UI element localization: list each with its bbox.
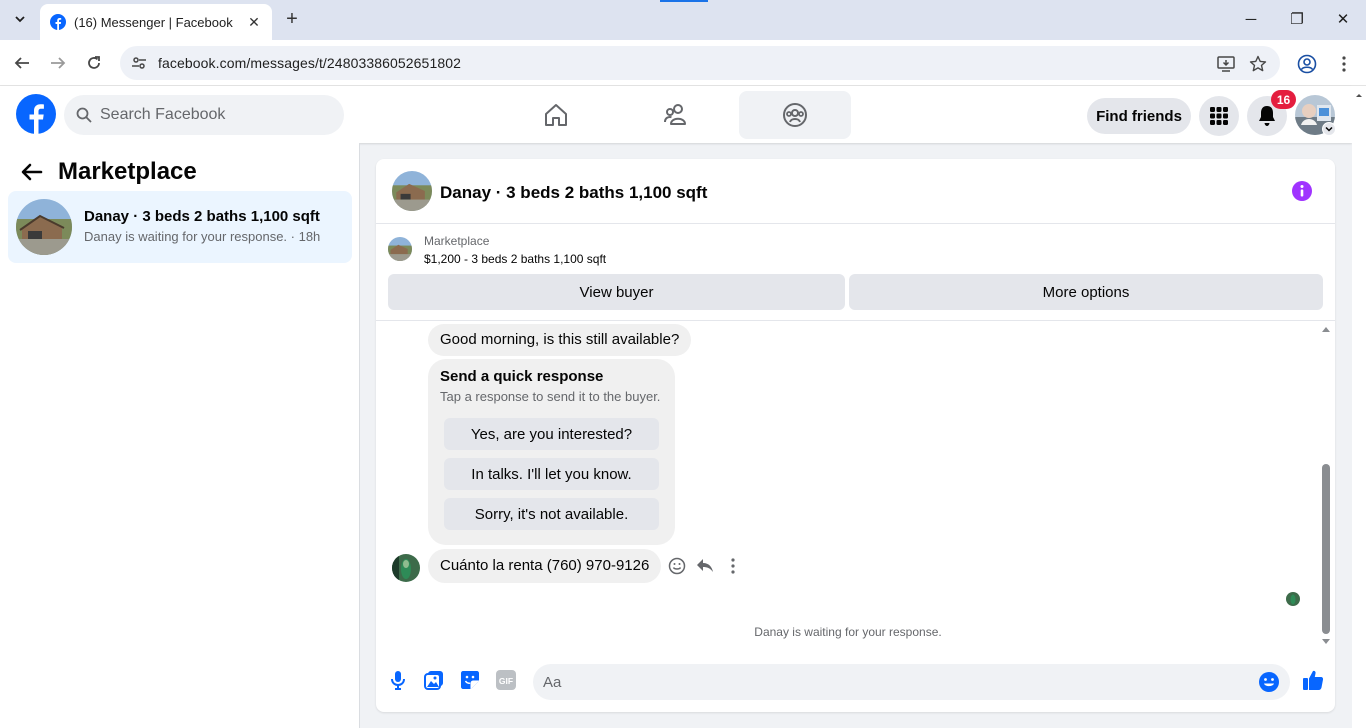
menu-button[interactable]: [1199, 96, 1239, 136]
browser-tab-strip: (16) Messenger | Facebook ✕ + ─ ❐ ✕: [0, 0, 1366, 40]
message-list: Good morning, is this still available? S…: [376, 322, 1335, 649]
chat-header: Danay · 3 beds 2 baths 1,100 sqft: [376, 159, 1335, 224]
chat-scrollbar[interactable]: [1320, 322, 1332, 649]
quick-response-option[interactable]: Yes, are you interested?: [444, 418, 659, 450]
seen-avatar: [1286, 592, 1300, 606]
browser-menu-icon[interactable]: [1334, 54, 1354, 74]
page-scrollbar[interactable]: [1352, 86, 1366, 728]
scroll-down-icon[interactable]: [1320, 637, 1332, 647]
more-options-button[interactable]: More options: [849, 274, 1323, 310]
arrow-right-icon: [51, 57, 66, 69]
reload-icon: [88, 56, 100, 69]
tab-search-button[interactable]: [8, 6, 32, 32]
waiting-status: Danay is waiting for your response.: [754, 625, 942, 639]
marketplace-listing-bar: Marketplace $1,200 - 3 beds 2 baths 1,10…: [376, 224, 1335, 321]
browser-toolbar: facebook.com/messages/t/2480338605265180…: [0, 40, 1366, 86]
view-buyer-button[interactable]: View buyer: [388, 274, 845, 310]
url-text[interactable]: facebook.com/messages/t/2480338605265180…: [158, 55, 461, 71]
svg-text:GIF: GIF: [499, 676, 513, 686]
listing-small-thumbnail: [388, 237, 412, 261]
new-tab-button[interactable]: +: [282, 8, 302, 32]
gif-icon[interactable]: GIF: [494, 668, 518, 692]
quick-response-subtitle: Tap a response to send it to the buyer.: [440, 389, 661, 404]
address-bar[interactable]: facebook.com/messages/t/2480338605265180…: [120, 46, 1280, 80]
back-arrow-icon[interactable]: [20, 160, 44, 184]
quick-response-title: Send a quick response: [440, 368, 604, 385]
search-icon: [76, 107, 92, 123]
groups-icon: [783, 103, 807, 127]
facebook-search[interactable]: [64, 95, 344, 135]
info-icon[interactable]: [1292, 181, 1312, 201]
photo-icon[interactable]: [422, 668, 446, 692]
facebook-logo-icon[interactable]: [16, 94, 56, 134]
conversation-subtitle: Danay is waiting for your response. · 18…: [84, 229, 321, 244]
tab-title: (16) Messenger | Facebook: [74, 14, 233, 30]
message-input-wrapper: [533, 664, 1290, 700]
nav-groups[interactable]: [739, 91, 851, 139]
sidebar-title: Marketplace: [58, 158, 197, 185]
bell-icon: [1259, 106, 1275, 126]
tab-strip-accent: [660, 0, 708, 2]
chat-panel: Danay · 3 beds 2 baths 1,100 sqft Market…: [376, 159, 1335, 712]
listing-label: Marketplace: [424, 234, 490, 248]
install-app-icon[interactable]: [1216, 54, 1236, 74]
microphone-icon[interactable]: [386, 668, 410, 692]
sidebar-header: Marketplace: [20, 157, 197, 187]
bookmark-star-icon[interactable]: [1248, 54, 1268, 74]
sender-avatar[interactable]: [392, 554, 420, 582]
nav-home[interactable]: [500, 91, 612, 139]
facebook-header: Find friends 16: [0, 86, 1352, 143]
browser-tab-messenger[interactable]: (16) Messenger | Facebook ✕: [40, 4, 272, 40]
message-bubble[interactable]: Good morning, is this still available?: [428, 324, 692, 356]
reload-button[interactable]: [81, 50, 107, 76]
quick-response-option[interactable]: In talks. I'll let you know.: [444, 458, 659, 490]
window-minimize-button[interactable]: ─: [1239, 8, 1263, 32]
conversation-item[interactable]: Danay · 3 beds 2 baths 1,100 sqft Danay …: [8, 191, 352, 263]
friends-icon: [664, 104, 686, 125]
tab-close-icon[interactable]: ✕: [246, 14, 262, 30]
emoji-icon[interactable]: [1258, 671, 1280, 693]
notification-count-badge: 16: [1271, 90, 1296, 109]
sticker-icon[interactable]: [458, 668, 482, 692]
message-bubble[interactable]: Cuánto la renta (760) 970-9126: [428, 549, 662, 583]
site-settings-icon[interactable]: [130, 54, 148, 72]
profile-icon[interactable]: [1297, 54, 1317, 74]
react-icon[interactable]: [665, 554, 689, 578]
conversation-title: Danay · 3 beds 2 baths 1,100 sqft: [84, 208, 320, 225]
window-close-button[interactable]: ✕: [1331, 8, 1355, 32]
scroll-thumb[interactable]: [1322, 464, 1330, 634]
more-actions-icon[interactable]: [721, 554, 745, 578]
forward-button[interactable]: [45, 50, 71, 76]
quick-response-card: Send a quick response Tap a response to …: [428, 359, 675, 545]
grid-menu-icon: [1210, 107, 1228, 125]
home-icon: [545, 104, 567, 126]
thumbs-up-icon[interactable]: [1301, 668, 1325, 692]
message-composer: GIF: [376, 656, 1335, 712]
window-restore-button[interactable]: ❐: [1285, 8, 1309, 32]
arrow-left-icon: [14, 57, 29, 69]
reply-icon[interactable]: [693, 554, 717, 578]
marketplace-sidebar: Marketplace Danay · 3 beds 2 baths 1,100…: [0, 143, 360, 728]
listing-thumbnail: [16, 199, 72, 255]
chevron-down-icon: [1325, 126, 1333, 132]
message-input[interactable]: [543, 673, 1243, 691]
facebook-favicon-icon: [50, 14, 66, 30]
account-menu-chevron[interactable]: [1322, 122, 1336, 136]
chat-title[interactable]: Danay · 3 beds 2 baths 1,100 sqft: [440, 183, 707, 203]
chevron-down-icon: [15, 16, 25, 23]
scroll-up-icon[interactable]: [1320, 324, 1332, 334]
back-button[interactable]: [9, 50, 35, 76]
find-friends-button[interactable]: Find friends: [1087, 98, 1191, 134]
listing-description[interactable]: $1,200 - 3 beds 2 baths 1,100 sqft: [424, 252, 606, 266]
chat-thumbnail[interactable]: [392, 171, 432, 211]
search-input[interactable]: [100, 106, 320, 124]
nav-friends[interactable]: [620, 91, 732, 139]
quick-response-option[interactable]: Sorry, it's not available.: [444, 498, 659, 530]
